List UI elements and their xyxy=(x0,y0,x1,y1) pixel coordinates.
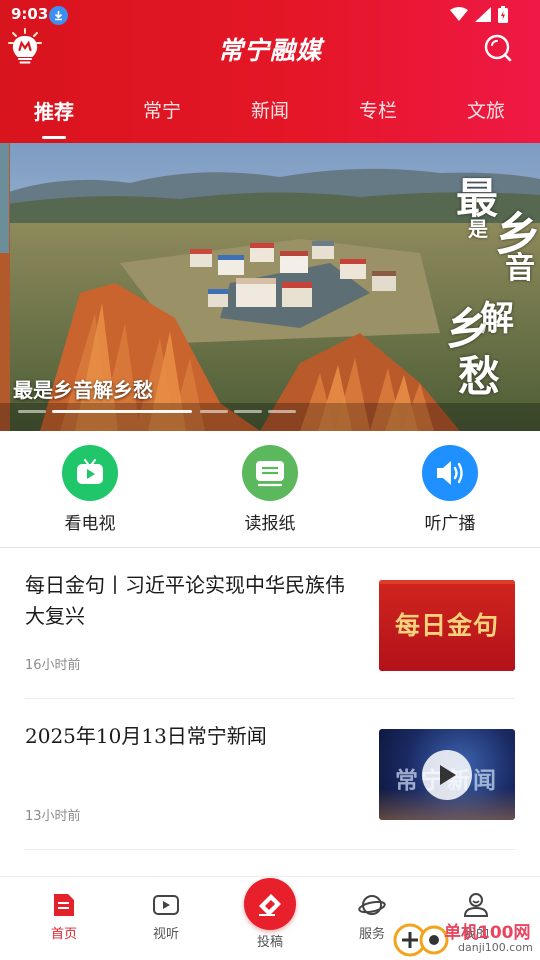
nav-submit-button[interactable] xyxy=(244,878,296,930)
submit-icon xyxy=(259,894,281,916)
newspaper-icon xyxy=(242,445,298,501)
read-newspaper-button[interactable]: 读报纸 xyxy=(210,445,330,534)
news-time: 13小时前 xyxy=(25,809,81,824)
overlay-char: 音 xyxy=(505,251,535,286)
quick-actions: 看电视 读报纸 听广播 xyxy=(0,431,540,547)
overlay-char: 愁 xyxy=(458,352,501,401)
section-divider xyxy=(0,547,540,548)
tab-culture-travel[interactable]: 文旅 xyxy=(441,96,531,123)
app-bar: 常宁融媒 xyxy=(0,28,540,72)
tab-changning[interactable]: 常宁 xyxy=(117,96,207,123)
pagination-dot-active[interactable] xyxy=(52,410,192,413)
play-icon xyxy=(126,891,206,919)
nav-video[interactable]: 视听 xyxy=(126,891,206,942)
watch-tv-label: 看电视 xyxy=(64,514,116,534)
active-tab-indicator xyxy=(42,136,66,139)
header: 9:03 常宁融媒 推荐 常宁 新闻 专栏 文旅 xyxy=(0,0,540,143)
news-thumbnail: 每日金句 xyxy=(379,580,515,671)
play-icon[interactable] xyxy=(422,750,472,800)
speaker-icon xyxy=(422,445,478,501)
news-title: 2025年10月13日常宁新闻 xyxy=(25,724,267,748)
listen-radio-label: 听广播 xyxy=(424,514,476,534)
thumb-text: 每日金句 xyxy=(394,611,499,640)
pagination-dot[interactable] xyxy=(234,410,262,413)
hero-banner[interactable]: 最 是 乡 音 解 乡 愁 最是乡音解乡愁 xyxy=(0,143,540,431)
pagination-dot[interactable] xyxy=(200,410,228,413)
profile-icon xyxy=(436,891,516,919)
wifi-icon xyxy=(450,7,468,21)
planet-icon xyxy=(332,891,412,919)
watermark-logo-icon xyxy=(393,923,449,957)
overlay-char: 是 xyxy=(468,217,488,241)
nav-home-label: 首页 xyxy=(50,927,77,942)
news-title: 每日金句丨习近平论实现中华民族伟大复兴 xyxy=(25,573,345,628)
download-icon xyxy=(49,6,68,25)
banner-caption: 最是乡音解乡愁 xyxy=(13,378,153,402)
news-time: 16小时前 xyxy=(25,658,81,673)
search-icon[interactable] xyxy=(483,33,513,63)
nav-submit-label: 投稿 xyxy=(256,935,283,950)
tab-column[interactable]: 专栏 xyxy=(333,96,423,123)
listen-radio-button[interactable]: 听广播 xyxy=(390,445,510,534)
item-separator xyxy=(25,698,515,699)
home-icon xyxy=(24,891,104,919)
status-time: 9:03 xyxy=(11,5,49,23)
pagination-dot[interactable] xyxy=(268,410,296,413)
tab-news[interactable]: 新闻 xyxy=(225,96,315,123)
app-title: 常宁融媒 xyxy=(217,36,322,65)
channel-tabs: 推荐 常宁 新闻 专栏 文旅 xyxy=(0,96,540,140)
signal-icon xyxy=(475,7,491,22)
watch-tv-button[interactable]: 看电视 xyxy=(30,445,150,534)
battery-icon xyxy=(498,6,508,23)
nav-home[interactable]: 首页 xyxy=(24,891,104,942)
tv-icon xyxy=(62,445,118,501)
read-newspaper-label: 读报纸 xyxy=(244,514,296,534)
nav-video-label: 视听 xyxy=(152,927,179,942)
news-thumbnail: 常宁新闻 xyxy=(379,729,515,820)
tab-recommend[interactable]: 推荐 xyxy=(9,96,99,125)
status-bar: 9:03 xyxy=(0,0,540,30)
item-separator xyxy=(25,849,515,850)
watermark-url: danji100.com xyxy=(458,941,533,954)
watermark-brand: 单机100网 xyxy=(444,923,531,943)
pagination-dot[interactable] xyxy=(18,410,46,413)
site-watermark: 单机100网 danji100.com xyxy=(392,918,540,960)
